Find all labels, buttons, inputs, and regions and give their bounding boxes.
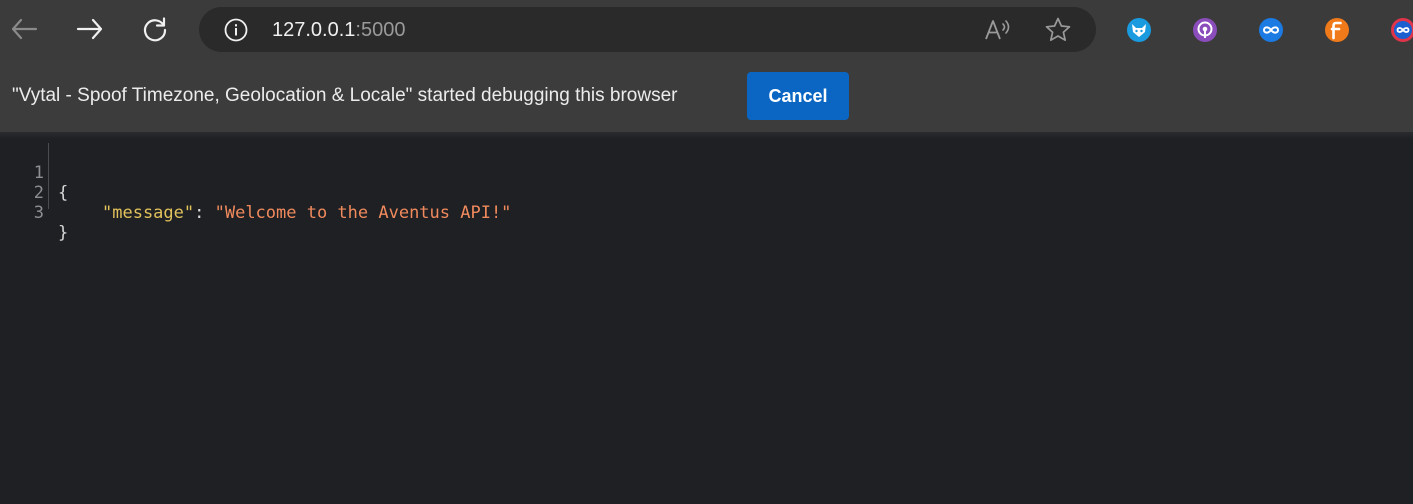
url-host: 127.0.0.1 <box>272 19 356 41</box>
line-number: 3 <box>33 203 44 223</box>
fox-extension-icon[interactable] <box>1126 17 1152 43</box>
infinity-extension-icon[interactable] <box>1258 17 1284 43</box>
code-line: 1 { <box>0 143 1413 203</box>
address-bar[interactable]: 127.0.0.1:5000 <box>199 7 1096 52</box>
favorite-star-icon[interactable] <box>1044 16 1072 44</box>
arrow-left-icon <box>11 18 38 40</box>
json-entry: "message": "Welcome to the Aventus API!" <box>102 203 511 223</box>
json-string-value: "Welcome to the Aventus API!" <box>214 203 512 223</box>
json-viewer: 1 { 2 "message": "Welcome to the Aventus… <box>0 143 1413 243</box>
cancel-button[interactable]: Cancel <box>747 72 849 120</box>
debugging-message: "Vytal - Spoof Timezone, Geolocation & L… <box>12 85 678 106</box>
podcast-extension-icon[interactable] <box>1192 17 1218 43</box>
f-extension-icon[interactable] <box>1324 17 1350 43</box>
back-button[interactable] <box>6 11 42 47</box>
json-key: "message" <box>102 203 195 223</box>
forward-button[interactable] <box>72 11 108 47</box>
read-aloud-icon[interactable] <box>984 17 1012 43</box>
code-line: 2 "message": "Welcome to the Aventus API… <box>0 163 1413 223</box>
refresh-button[interactable] <box>137 11 173 47</box>
infobar-divider <box>0 132 1413 139</box>
url-port: :5000 <box>355 19 406 41</box>
url-text[interactable]: 127.0.0.1:5000 <box>272 18 405 42</box>
site-info-icon[interactable] <box>224 18 248 42</box>
debugging-infobar: "Vytal - Spoof Timezone, Geolocation & L… <box>0 60 1413 132</box>
arrow-right-icon <box>76 18 103 40</box>
browser-toolbar: 127.0.0.1:5000 <box>0 0 1413 60</box>
infinity-red-extension-icon[interactable] <box>1390 17 1413 43</box>
code-line: 3 } <box>0 183 1413 243</box>
json-colon: : <box>194 203 215 223</box>
refresh-icon <box>143 17 167 42</box>
close-brace: } <box>58 223 69 243</box>
